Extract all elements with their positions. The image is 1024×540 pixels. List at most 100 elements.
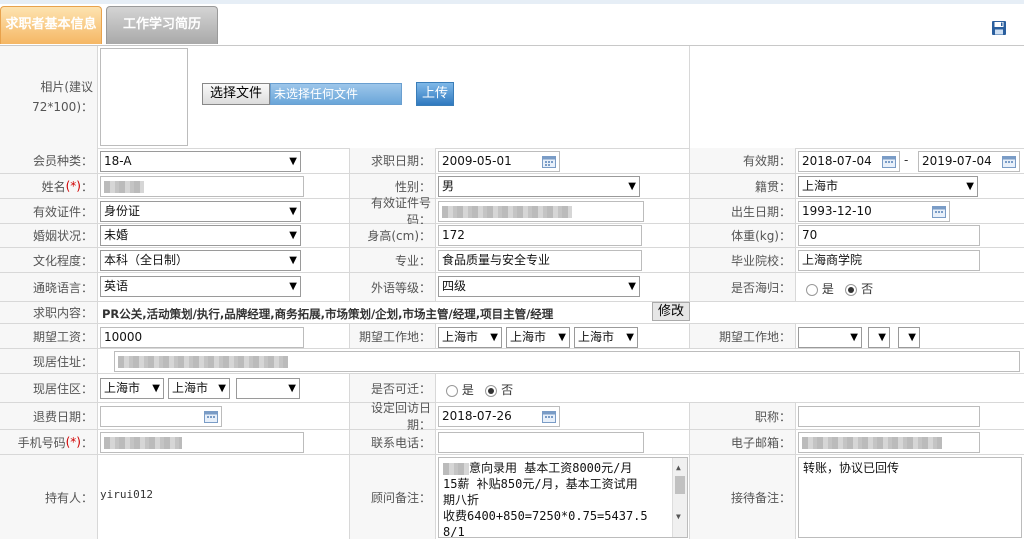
refund-date-cell <box>98 403 350 429</box>
calendar-icon[interactable] <box>1002 155 1016 168</box>
phone-input[interactable] <box>438 432 644 453</box>
scroll-up-icon[interactable]: ▲ <box>676 460 681 476</box>
native-select[interactable]: 上海市 ▼ <box>798 176 978 197</box>
address-input[interactable] <box>114 351 1020 372</box>
education-value: 本科（全日制） <box>104 253 189 267</box>
row-address: 现居住址： <box>0 349 1024 374</box>
revisit-date-value: 2018-07-26 <box>442 409 512 423</box>
id-no-label: 有效证件号码： <box>350 196 436 227</box>
chevron-down-icon: ▼ <box>628 181 636 192</box>
district-label: 现居住区： <box>0 374 98 402</box>
chevron-down-icon: ▼ <box>289 281 297 292</box>
apply-date-input[interactable]: 2009-05-01 <box>438 151 560 172</box>
marital-value: 未婚 <box>104 228 129 242</box>
tab-basic-info[interactable]: 求职者基本信息 <box>0 6 102 44</box>
school-input[interactable]: 上海商学院 <box>798 250 980 271</box>
district-value-1: 上海市 <box>104 381 141 395</box>
id-type-select[interactable]: 身份证 ▼ <box>100 201 301 222</box>
row-contact: 手机号码 (*)： 联系电话： 电子邮箱： <box>0 430 1024 455</box>
work-place2-select-3[interactable]: ▼ <box>898 327 920 348</box>
district-select-1[interactable]: 上海市 ▼ <box>100 378 164 399</box>
gender-select[interactable]: 男 ▼ <box>438 176 640 197</box>
redacted-value <box>443 462 469 475</box>
language-select[interactable]: 英语 ▼ <box>100 276 301 297</box>
work-place-select-2[interactable]: 上海市 ▼ <box>506 327 570 348</box>
refund-date-input[interactable] <box>100 406 222 427</box>
holder-label: 持有人： <box>0 455 98 539</box>
tab-work-study-resume[interactable]: 工作学习简历 <box>106 6 218 44</box>
height-value: 172 <box>442 228 465 242</box>
row-salary: 期望工资： 10000 期望工作地： 上海市 ▼ 上海市 ▼ 上海市 ▼ 期望工作地：… <box>0 324 1024 349</box>
returnee-yes-radio[interactable] <box>806 283 818 296</box>
advisor-note-textarea[interactable]: 意向录用 基本工资8000元/月 15薪 补贴850元/月，基本工资试用 期八折… <box>438 457 688 538</box>
language-cell: 英语 ▼ <box>98 273 350 301</box>
email-input[interactable] <box>798 432 980 453</box>
work-place-cell: 上海市 ▼ 上海市 ▼ 上海市 ▼ <box>436 324 690 348</box>
marital-select[interactable]: 未婚 ▼ <box>100 225 301 246</box>
salary-label: 期望工资： <box>0 324 98 348</box>
chevron-down-icon: ▼ <box>289 230 297 241</box>
salary-input[interactable]: 10000 <box>100 327 304 348</box>
height-label: 身高(cm)： <box>350 224 436 247</box>
chevron-down-icon: ▼ <box>626 332 634 343</box>
salary-cell: 10000 <box>98 324 350 348</box>
member-type-select[interactable]: 18-A ▼ <box>100 151 301 172</box>
reception-note-textarea[interactable]: 转账，协议已回传 <box>798 457 1022 538</box>
revisit-date-input[interactable]: 2018-07-26 <box>438 406 560 427</box>
returnee-no-radio[interactable] <box>845 283 858 296</box>
work-place2-select-1[interactable]: ▼ <box>798 327 862 348</box>
calendar-icon[interactable] <box>542 155 556 168</box>
row-notes: 持有人： yirui012 顾问备注： 意向录用 基本工资8000元/月 15薪… <box>0 455 1024 539</box>
edit-job-content-button[interactable]: 修改 <box>652 302 690 321</box>
relocate-radios: 是 否 <box>446 381 513 398</box>
id-no-input[interactable] <box>438 201 644 222</box>
chevron-down-icon: ▼ <box>908 332 916 343</box>
title-input[interactable] <box>798 406 980 427</box>
work-place-value-2: 上海市 <box>510 330 547 344</box>
calendar-icon[interactable] <box>542 410 556 423</box>
height-input[interactable]: 172 <box>438 225 642 246</box>
birth-label: 出生日期： <box>690 199 796 223</box>
no-file-chosen: 未选择任何文件 <box>270 83 402 105</box>
work-place-select-1[interactable]: 上海市 ▼ <box>438 327 502 348</box>
chevron-down-icon: ▼ <box>288 383 296 394</box>
row-member-type: 会员种类： 18-A ▼ 求职日期： 2009-05-01 有效期： 2018-0… <box>0 148 1024 174</box>
validity-to-input[interactable]: 2019-07-04 <box>918 151 1020 172</box>
education-cell: 本科（全日制） ▼ <box>98 248 350 272</box>
birth-input[interactable]: 1993-12-10 <box>798 201 950 222</box>
scroll-down-icon[interactable]: ▼ <box>676 509 681 525</box>
chevron-down-icon: ▼ <box>966 181 974 192</box>
required-mark: (*) <box>65 179 81 193</box>
work-place-value-3: 上海市 <box>578 330 615 344</box>
work-place2-select-2[interactable]: ▼ <box>868 327 890 348</box>
gender-value: 男 <box>442 179 455 193</box>
scrollbar-thumb[interactable] <box>675 476 685 494</box>
row-district: 现居住区： 上海市 ▼ 上海市 ▼ ▼ 是否可迁： 是 否 <box>0 374 1024 403</box>
upload-button[interactable]: 上传 <box>416 82 454 106</box>
education-select[interactable]: 本科（全日制） ▼ <box>100 250 301 271</box>
work-place-select-3[interactable]: 上海市 ▼ <box>574 327 638 348</box>
validity-from-input[interactable]: 2018-07-04 <box>798 151 900 172</box>
lang-level-select[interactable]: 四级 ▼ <box>438 276 640 297</box>
advisor-note-scrollbar[interactable]: ▲ ▼ <box>672 458 687 537</box>
redacted-value <box>802 436 942 449</box>
district-select-3[interactable]: ▼ <box>236 378 300 399</box>
mobile-input[interactable] <box>100 432 304 453</box>
save-icon[interactable] <box>991 20 1007 36</box>
district-select-2[interactable]: 上海市 ▼ <box>168 378 230 399</box>
relocate-no-radio[interactable] <box>485 384 498 397</box>
redacted-value <box>104 180 144 193</box>
id-no-cell <box>436 199 690 223</box>
major-input[interactable]: 食品质量与安全专业 <box>438 250 642 271</box>
relocate-yes-radio[interactable] <box>446 384 458 397</box>
calendar-icon[interactable] <box>882 155 896 168</box>
calendar-icon[interactable] <box>932 205 946 218</box>
choose-file-button[interactable]: 选择文件 <box>202 83 270 105</box>
name-input[interactable] <box>100 176 304 197</box>
reception-note-text: 转账，协议已回传 <box>803 461 900 475</box>
marital-label: 婚姻状况： <box>0 224 98 247</box>
weight-input[interactable]: 70 <box>798 225 980 246</box>
redacted-value <box>118 355 288 368</box>
relocate-cell: 是 否 <box>436 374 1024 402</box>
calendar-icon[interactable] <box>204 410 218 423</box>
